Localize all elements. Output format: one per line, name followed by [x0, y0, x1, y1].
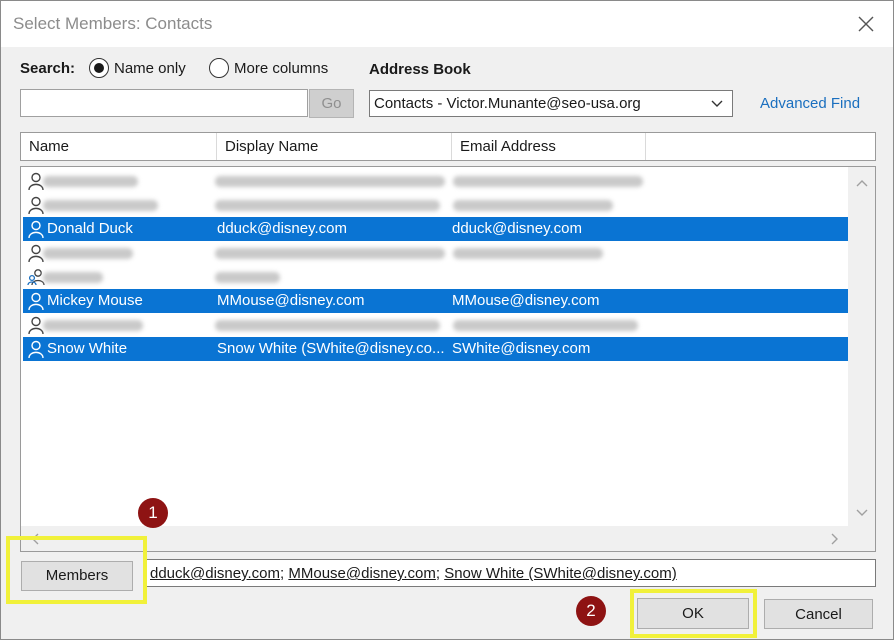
- go-button[interactable]: Go: [309, 89, 354, 118]
- step-badge-2: 2: [576, 596, 606, 626]
- contact-row[interactable]: Donald Duck dduck@disney.com dduck@disney.…: [23, 217, 849, 241]
- address-book-selected: Contacts - Victor.Munante@seo-usa.org: [374, 95, 641, 112]
- radio-unchecked-icon[interactable]: [209, 58, 229, 78]
- vertical-scrollbar[interactable]: [848, 166, 876, 526]
- contact-email: dduck@disney.com: [452, 220, 583, 237]
- redacted-text: [215, 320, 440, 331]
- scroll-down-icon[interactable]: [855, 505, 869, 519]
- redacted-text: [215, 176, 445, 187]
- cancel-button[interactable]: Cancel: [764, 599, 873, 629]
- column-header-display-name[interactable]: Display Name: [217, 133, 452, 160]
- close-button[interactable]: [853, 11, 879, 37]
- person-icon: [28, 340, 44, 358]
- recipient-separator: ;: [435, 565, 445, 582]
- contact-row[interactable]: [23, 265, 849, 289]
- recipient-2[interactable]: MMouse@disney.com: [288, 565, 436, 582]
- redacted-text: [215, 200, 440, 211]
- column-header-name[interactable]: Name: [21, 133, 217, 160]
- recipient-1[interactable]: dduck@disney.com: [150, 565, 280, 582]
- redacted-text: [43, 272, 103, 283]
- close-icon: [858, 16, 874, 32]
- members-button[interactable]: Members: [21, 561, 133, 591]
- members-recipients-field[interactable]: dduck@disney.com; MMouse@disney.com; Sno…: [145, 559, 876, 587]
- address-book-select[interactable]: Contacts - Victor.Munante@seo-usa.org: [369, 90, 733, 117]
- address-book-label: Address Book: [369, 61, 471, 78]
- redacted-text: [43, 248, 133, 259]
- radio-more-columns-label: More columns: [234, 59, 329, 77]
- redacted-text: [453, 320, 638, 331]
- scroll-up-icon[interactable]: [855, 177, 869, 191]
- column-header-email[interactable]: Email Address: [452, 133, 646, 160]
- advanced-find-link[interactable]: Advanced Find: [760, 95, 860, 112]
- dialog-title: Select Members: Contacts: [13, 14, 213, 33]
- contact-display-name: Snow White (SWhite@disney.co...: [217, 340, 445, 357]
- redacted-text: [43, 320, 143, 331]
- search-input[interactable]: [20, 89, 308, 117]
- scroll-right-icon[interactable]: [827, 532, 841, 546]
- redacted-text: [43, 200, 158, 211]
- contact-display-name: MMouse@disney.com: [217, 292, 365, 309]
- contact-row[interactable]: [23, 313, 849, 337]
- radio-name-only[interactable]: Name only: [89, 58, 186, 78]
- column-header-row: Name Display Name Email Address: [20, 132, 876, 161]
- contact-row[interactable]: Mickey Mouse MMouse@disney.com MMouse@disn…: [23, 289, 849, 313]
- redacted-text: [43, 176, 138, 187]
- select-members-dialog: Select Members: Contacts Search: Name on…: [0, 0, 894, 640]
- horizontal-scrollbar[interactable]: [20, 526, 876, 552]
- radio-name-only-label: Name only: [114, 59, 186, 77]
- contact-name: Mickey Mouse: [47, 292, 143, 309]
- radio-more-columns[interactable]: More columns: [209, 58, 328, 78]
- contact-row[interactable]: [23, 241, 849, 265]
- person-icon: [28, 292, 44, 310]
- contact-name: Snow White: [47, 340, 128, 357]
- search-label: Search:: [20, 60, 76, 77]
- step-badge-1: 1: [138, 498, 168, 528]
- redacted-text: [453, 200, 613, 211]
- redacted-text: [453, 248, 603, 259]
- recipient-3[interactable]: Snow White (SWhite@disney.com): [444, 565, 677, 582]
- contact-row[interactable]: Snow White Snow White (SWhite@disney.co..…: [23, 337, 849, 361]
- ok-button[interactable]: OK: [637, 598, 749, 629]
- contacts-list[interactable]: Donald Duck dduck@disney.com dduck@disney.…: [20, 166, 849, 526]
- scroll-left-icon[interactable]: [29, 532, 43, 546]
- contact-row[interactable]: [23, 193, 849, 217]
- redacted-text: [453, 176, 643, 187]
- contact-row[interactable]: [23, 169, 849, 193]
- radio-checked-icon[interactable]: [89, 58, 109, 78]
- title-bar: Select Members: Contacts: [1, 1, 893, 47]
- chevron-down-icon: [711, 100, 723, 107]
- contact-email: MMouse@disney.com: [452, 292, 600, 309]
- redacted-text: [215, 248, 445, 259]
- contact-name: Donald Duck: [47, 220, 133, 237]
- redacted-text: [215, 272, 280, 283]
- person-icon: [28, 220, 44, 238]
- contact-display-name: dduck@disney.com: [217, 220, 348, 237]
- contact-email: SWhite@disney.com: [452, 340, 591, 357]
